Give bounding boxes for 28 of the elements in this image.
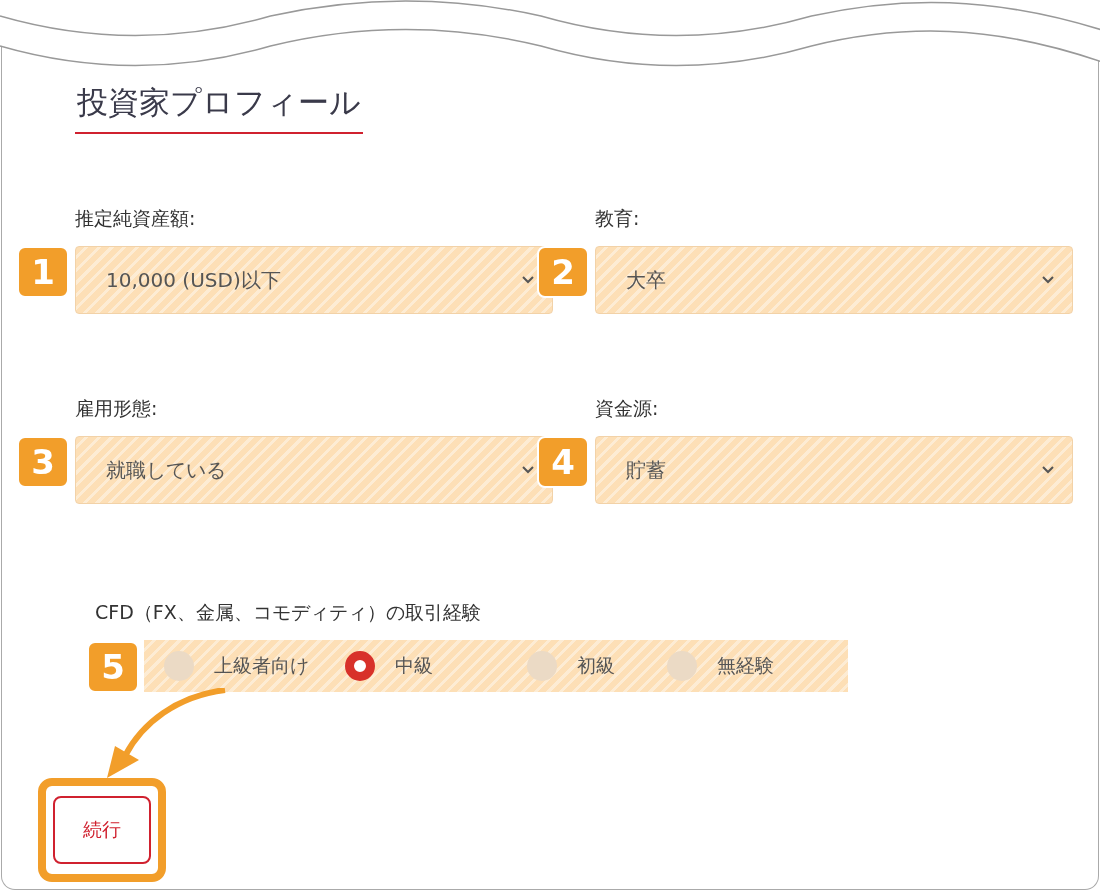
select-field[interactable]: 大卒 bbox=[595, 246, 1073, 314]
question-label: CFD（FX、金属、コモディティ）の取引経験 bbox=[95, 600, 482, 625]
option-label: 中級 bbox=[395, 653, 434, 678]
continue-button[interactable]: 続行 bbox=[53, 796, 151, 864]
step-number: 1 bbox=[17, 246, 69, 298]
step-number: 4 bbox=[537, 436, 589, 488]
chevron-down-icon bbox=[1042, 276, 1054, 284]
page-title: 投資家プロフィール bbox=[75, 82, 363, 134]
field-label: 雇用形態: bbox=[75, 396, 159, 421]
option-label: 初級 bbox=[576, 653, 615, 678]
option-label: 上級者向け bbox=[214, 653, 309, 678]
radio-button[interactable] bbox=[666, 651, 697, 681]
step-number: 3 bbox=[17, 436, 69, 488]
chevron-down-icon bbox=[522, 466, 534, 474]
chevron-down-icon bbox=[522, 276, 534, 284]
select-field[interactable]: 10,000 (USD)以下 bbox=[75, 246, 553, 314]
select-field[interactable]: 貯蓄 bbox=[595, 436, 1073, 504]
radio-button[interactable] bbox=[526, 651, 557, 681]
field-label: 推定純資産額: bbox=[75, 206, 197, 231]
chevron-down-icon bbox=[1042, 466, 1054, 474]
radio-button[interactable] bbox=[345, 651, 376, 681]
step-number: 2 bbox=[537, 246, 589, 298]
step-number: 5 bbox=[87, 641, 139, 693]
field-label: 資金源: bbox=[595, 396, 660, 421]
radio-button[interactable] bbox=[164, 651, 194, 681]
option-label: 無経験 bbox=[716, 653, 774, 678]
field-label: 教育: bbox=[595, 206, 641, 231]
select-field[interactable]: 就職している bbox=[75, 436, 553, 504]
